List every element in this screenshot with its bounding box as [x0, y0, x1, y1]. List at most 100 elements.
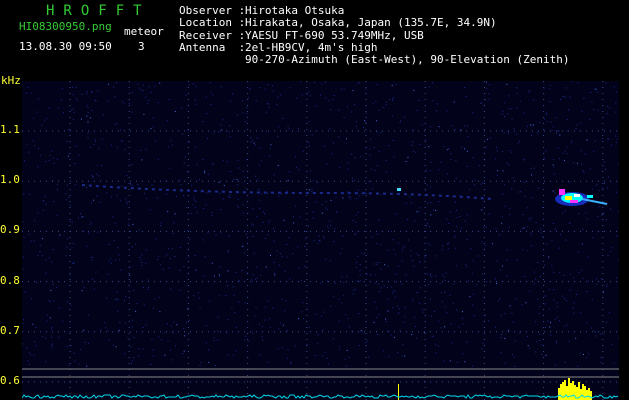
noise-speck	[259, 164, 260, 166]
noise-speck	[264, 213, 265, 214]
noise-speck	[550, 121, 552, 123]
noise-speck	[24, 291, 26, 293]
noise-speck	[364, 252, 365, 254]
noise-speck	[358, 345, 360, 346]
noise-speck	[311, 191, 313, 192]
noise-speck	[196, 164, 198, 166]
noise-speck	[553, 299, 555, 301]
noise-speck	[417, 292, 419, 293]
noise-speck	[568, 340, 570, 342]
noise-speck	[95, 271, 97, 273]
noise-speck	[334, 282, 336, 284]
noise-speck	[324, 81, 326, 83]
noise-speck	[39, 244, 41, 246]
noise-speck	[611, 343, 613, 345]
noise-speck	[559, 134, 561, 136]
noise-speck	[358, 195, 360, 197]
noise-speck	[67, 301, 68, 303]
noise-speck	[117, 247, 119, 249]
noise-speck	[146, 197, 148, 199]
noise-speck	[370, 274, 371, 276]
noise-speck	[512, 321, 514, 323]
noise-speck	[376, 84, 378, 86]
noise-speck	[501, 216, 503, 218]
noise-speck	[508, 226, 510, 228]
noise-speck	[346, 276, 348, 278]
noise-speck	[385, 159, 387, 161]
noise-speck	[351, 330, 353, 332]
noise-speck	[531, 135, 532, 137]
noise-speck	[530, 234, 532, 236]
noise-speck	[53, 162, 55, 164]
noise-speck	[315, 105, 317, 107]
noise-speck	[244, 302, 246, 304]
noise-speck	[244, 121, 246, 123]
level-bar	[588, 388, 590, 400]
noise-speck	[343, 295, 345, 297]
noise-speck	[295, 156, 296, 158]
noise-speck	[432, 335, 434, 337]
noise-speck	[563, 159, 565, 161]
noise-speck	[131, 111, 133, 113]
noise-speck	[351, 177, 353, 179]
noise-speck	[409, 196, 411, 198]
noise-speck	[72, 86, 74, 88]
noise-speck	[87, 107, 89, 109]
noise-speck	[379, 262, 381, 263]
noise-speck	[462, 353, 464, 355]
noise-speck	[243, 252, 245, 254]
noise-speck	[395, 83, 397, 85]
noise-speck	[73, 263, 75, 265]
noise-speck	[148, 100, 150, 102]
noise-speck	[419, 302, 420, 304]
noise-speck	[454, 247, 456, 249]
noise-speck	[545, 112, 547, 114]
noise-speck	[395, 254, 397, 256]
noise-speck	[73, 261, 75, 263]
noise-speck	[385, 101, 387, 103]
noise-speck	[329, 260, 331, 262]
noise-speck	[194, 99, 196, 101]
noise-speck	[56, 189, 58, 191]
noise-speck	[354, 104, 356, 106]
noise-speck	[246, 159, 248, 161]
noise-speck	[404, 316, 406, 318]
noise-speck	[376, 233, 378, 235]
noise-speck	[533, 283, 535, 285]
noise-speck	[218, 274, 220, 276]
noise-speck	[359, 274, 361, 276]
noise-speck	[251, 332, 253, 334]
noise-speck	[500, 314, 502, 316]
level-bar	[566, 386, 568, 400]
noise-speck	[142, 327, 144, 328]
noise-speck	[554, 318, 556, 320]
noise-speck	[369, 154, 371, 156]
noise-speck	[89, 117, 91, 119]
noise-speck	[48, 107, 50, 109]
noise-speck	[138, 229, 140, 231]
noise-speck	[326, 280, 328, 282]
noise-speck	[182, 353, 184, 355]
noise-speck	[588, 353, 590, 355]
noise-speck	[429, 273, 431, 275]
noise-speck	[108, 339, 110, 341]
noise-speck	[550, 334, 552, 336]
noise-speck	[482, 342, 484, 344]
noise-speck	[181, 107, 183, 109]
noise-speck	[601, 214, 603, 216]
noise-speck	[26, 143, 28, 145]
noise-speck	[283, 219, 285, 221]
noise-speck	[333, 295, 334, 297]
noise-speck	[339, 166, 341, 168]
noise-speck	[173, 321, 175, 323]
noise-speck	[260, 160, 262, 162]
noise-speck	[419, 287, 421, 289]
noise-speck	[591, 327, 592, 329]
noise-speck	[61, 99, 62, 101]
noise-speck	[611, 247, 613, 249]
noise-speck	[73, 352, 75, 354]
noise-speck	[608, 176, 610, 178]
spectrogram-svg	[22, 81, 619, 400]
noise-speck	[464, 125, 466, 127]
noise-speck	[511, 151, 513, 153]
